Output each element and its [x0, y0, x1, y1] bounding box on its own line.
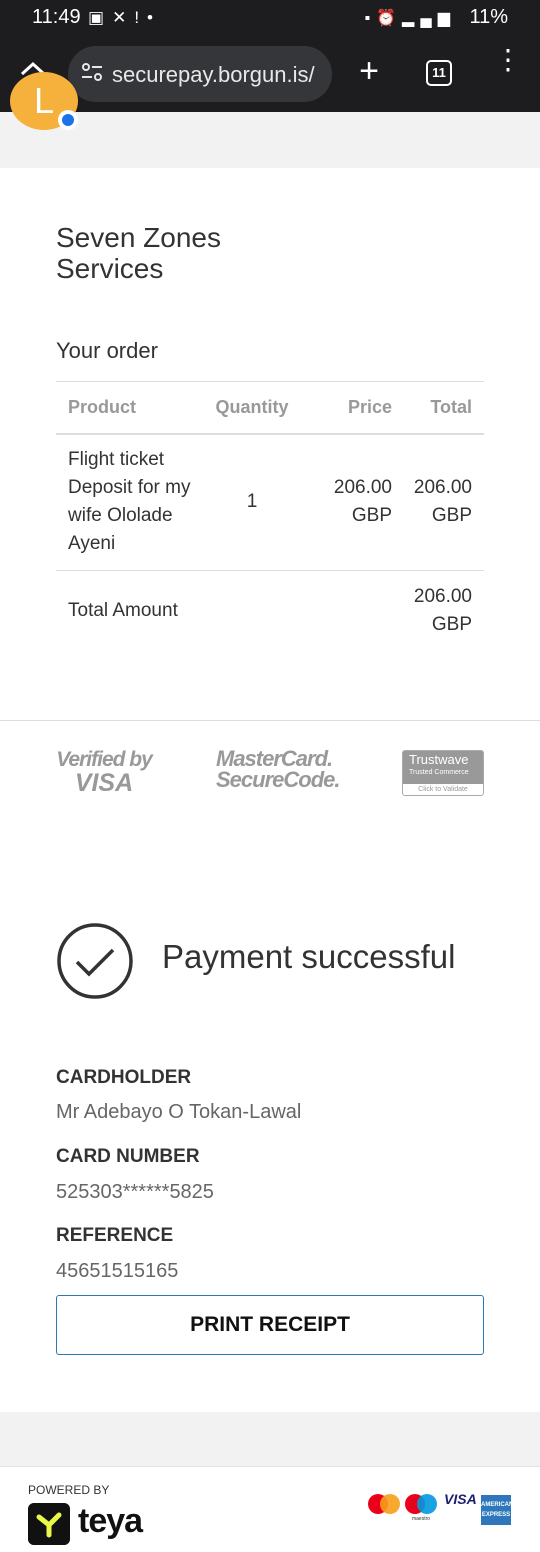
item-price: 206.00 GBP: [304, 433, 394, 571]
card-number-label: CARD NUMBER: [56, 1146, 200, 1167]
order-table: Product Quantity Price Total Flight tick…: [56, 381, 484, 651]
item-product: Flight ticket Deposit for my wife Ololad…: [56, 433, 200, 571]
order-title: Your order: [56, 338, 158, 363]
new-tab-button[interactable]: +: [352, 54, 386, 90]
cardholder-value: Mr Adebayo O Tokan-Lawal: [56, 1101, 302, 1123]
mastercard-icon: [368, 1494, 400, 1514]
avatar-badge-icon: [58, 110, 78, 130]
amex-icon: AMERICAN EXPRESS: [481, 1495, 513, 1525]
visa-icon: VISA: [444, 1491, 477, 1507]
reference-value: 45651515165: [56, 1260, 179, 1282]
dot-icon: •: [147, 8, 161, 27]
more-menu-icon[interactable]: ⋮: [494, 46, 522, 94]
item-quantity: 1: [200, 433, 304, 571]
header-band: [0, 112, 540, 168]
column-total: Total: [394, 381, 484, 435]
battery-level: 11%: [469, 6, 508, 28]
card-number-value: 525303******5825: [56, 1181, 214, 1203]
cardholder-label: CARDHOLDER: [56, 1067, 192, 1088]
verified-by-visa-logo: Verified by VISA: [56, 748, 153, 797]
footer-divider: [0, 1466, 540, 1467]
site-settings-icon[interactable]: [80, 60, 104, 84]
svg-text:maestro: maestro: [412, 1516, 430, 1521]
tab-switcher-button[interactable]: 11: [426, 60, 452, 86]
total-row: Total Amount 206.00 GBP: [56, 571, 484, 651]
teya-logo-icon: [28, 1503, 70, 1545]
table-row: Flight ticket Deposit for my wife Ololad…: [56, 433, 484, 571]
save-icon: ▪: [364, 10, 377, 27]
column-quantity: Quantity: [200, 381, 304, 435]
notification-icons: ▣✕!•: [88, 8, 161, 28]
payment-status: Payment successful: [162, 938, 456, 975]
teya-brand: teya: [78, 1502, 143, 1540]
table-header-row: Product Quantity Price Total: [56, 381, 484, 435]
powered-by-label: POWERED BY: [28, 1483, 110, 1497]
section-divider: [0, 720, 540, 721]
merchant-name: Seven Zones Services: [56, 222, 221, 284]
check-circle-icon: [57, 923, 133, 999]
maestro-icon: maestro: [405, 1494, 437, 1521]
mastercard-securecode-logo: MasterCard. SecureCode.: [216, 746, 340, 792]
image-icon: ▣: [88, 8, 113, 27]
alert-icon: !: [134, 8, 148, 27]
status-time: 11:49: [32, 6, 81, 28]
reference-label: REFERENCE: [56, 1225, 174, 1246]
column-price: Price: [304, 381, 394, 435]
system-icons: ▪⏰▂▄▆: [364, 8, 456, 28]
total-label: Total Amount: [68, 599, 178, 621]
status-bar: 11:49 ▣✕!• ▪⏰▂▄▆ 11%: [0, 0, 540, 38]
app-icon: ✕: [112, 8, 135, 27]
trustwave-badge[interactable]: Trustwave Trusted Commerce Click to Vali…: [402, 750, 484, 796]
browser-toolbar: securepay.borgun.is/ + 11 ⋮: [0, 38, 540, 112]
trustwave-validate-link[interactable]: Click to Validate: [403, 784, 483, 795]
url-text: securepay.borgun.is/: [112, 62, 315, 87]
address-bar[interactable]: securepay.borgun.is/: [68, 46, 332, 102]
signal-icon: ▂▄▆: [402, 10, 456, 27]
item-total: 206.00 GBP: [394, 433, 484, 571]
alarm-icon: ⏰: [376, 10, 403, 27]
column-product: Product: [56, 381, 200, 435]
print-receipt-button[interactable]: PRINT RECEIPT: [56, 1295, 484, 1355]
footer-band: [0, 1412, 540, 1466]
total-value: 206.00 GBP: [413, 585, 472, 635]
